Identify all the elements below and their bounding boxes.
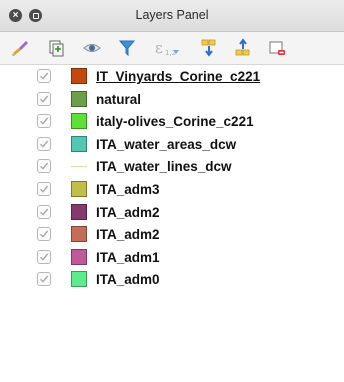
- layer-visibility-checkbox[interactable]: [37, 114, 51, 129]
- layer-visibility-checkbox[interactable]: [37, 227, 51, 242]
- collapse-all-icon[interactable]: [233, 38, 253, 58]
- panel-title: Layers Panel: [135, 8, 209, 22]
- checkmark-icon: [40, 140, 49, 148]
- layer-name: ITA_adm3: [96, 182, 160, 197]
- layer-row[interactable]: ITA_water_lines_dcw: [0, 156, 344, 178]
- layers-toolbar: ε 1,2: [0, 32, 344, 65]
- layer-row[interactable]: IT_Vinyards_Corine_c221: [0, 66, 344, 88]
- filter-icon[interactable]: [117, 38, 137, 58]
- layer-visibility-checkbox[interactable]: [37, 204, 51, 219]
- layer-visibility-checkbox[interactable]: [37, 91, 51, 106]
- checkmark-icon: [40, 72, 49, 80]
- checkmark-icon: [40, 208, 49, 216]
- fill-symbol-swatch[interactable]: [71, 226, 87, 243]
- layer-visibility-checkbox[interactable]: [37, 272, 51, 287]
- layer-row[interactable]: italy-olives_Corine_c221: [0, 111, 344, 133]
- fill-symbol-swatch[interactable]: [71, 135, 87, 152]
- checkmark-icon: [40, 185, 49, 193]
- layer-visibility-checkbox[interactable]: [37, 136, 51, 151]
- line-symbol-icon[interactable]: [71, 166, 87, 168]
- layer-name: ITA_adm0: [96, 272, 160, 288]
- layer-name: italy-olives_Corine_c221: [96, 114, 254, 130]
- layer-name: ITA_water_areas_dcw: [96, 136, 237, 152]
- fill-symbol-swatch[interactable]: [71, 90, 87, 107]
- checkmark-icon: [40, 162, 49, 171]
- layer-name: ITA_water_lines_dcw: [96, 159, 232, 175]
- layer-name: IT_Vinyards_Corine_c221: [96, 69, 261, 84]
- layer-visibility-checkbox[interactable]: [37, 249, 51, 264]
- add-group-icon[interactable]: [46, 38, 66, 58]
- layer-name: ITA_adm2: [96, 204, 160, 220]
- fill-symbol-swatch[interactable]: [71, 113, 87, 130]
- layer-row[interactable]: ITA_adm0: [0, 269, 344, 291]
- fill-symbol-swatch[interactable]: [71, 248, 87, 265]
- checkmark-icon: [40, 253, 49, 261]
- layers-panel: × Layers Panel ε 1,2 IT_Vinyards_Corine_…: [0, 0, 344, 382]
- fill-symbol-swatch[interactable]: [71, 68, 87, 84]
- remove-layer-icon[interactable]: [267, 38, 287, 58]
- title-bar: × Layers Panel: [0, 0, 344, 32]
- layer-row[interactable]: ITA_adm3: [0, 179, 344, 201]
- layer-row[interactable]: ITA_adm2: [0, 202, 344, 224]
- eye-visibility-icon[interactable]: [82, 38, 102, 58]
- checkmark-icon: [40, 117, 49, 125]
- filter-expression-icon[interactable]: ε 1,2: [154, 38, 180, 58]
- paintbrush-style-icon[interactable]: [10, 38, 30, 58]
- expand-all-icon[interactable]: [199, 38, 219, 58]
- fill-symbol-swatch[interactable]: [71, 203, 87, 220]
- layer-visibility-checkbox[interactable]: [37, 69, 51, 83]
- layer-row[interactable]: ITA_water_areas_dcw: [0, 134, 344, 156]
- fill-symbol-swatch[interactable]: [71, 181, 87, 197]
- layer-row[interactable]: ITA_adm1: [0, 247, 344, 269]
- checkmark-icon: [40, 230, 49, 238]
- layer-name: ITA_adm1: [96, 249, 160, 265]
- layer-visibility-checkbox[interactable]: [37, 182, 51, 196]
- layer-name: ITA_adm2: [96, 227, 160, 243]
- layer-name: natural: [96, 91, 142, 107]
- layer-visibility-checkbox[interactable]: [37, 159, 51, 174]
- fill-symbol-swatch[interactable]: [71, 271, 87, 288]
- checkmark-icon: [40, 275, 49, 284]
- layer-row[interactable]: natural: [0, 89, 344, 111]
- layer-row[interactable]: ITA_adm2: [0, 224, 344, 246]
- svg-text:ε: ε: [155, 39, 163, 57]
- checkmark-icon: [40, 95, 49, 103]
